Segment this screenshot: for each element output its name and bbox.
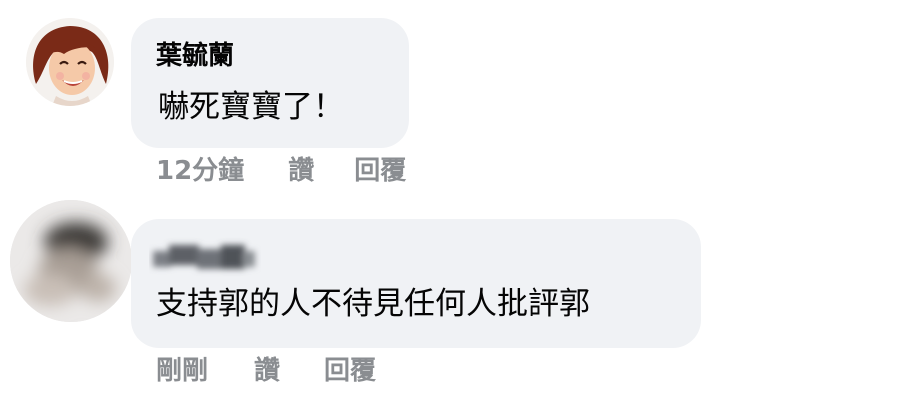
blurred-author-name	[153, 245, 255, 269]
cartoon-woman-avatar-icon	[26, 18, 114, 106]
comment-timestamp[interactable]: 剛剛	[156, 358, 208, 384]
comment-actions: 12分鐘 讚 回覆	[156, 158, 406, 184]
comment-actions: 剛剛 讚 回覆	[156, 358, 376, 384]
comment-timestamp[interactable]: 12分鐘	[156, 158, 244, 184]
reply-button[interactable]: 回覆	[354, 158, 406, 184]
comment-text: 支持郭的人不待見任何人批評郭	[156, 286, 590, 322]
like-button[interactable]: 讚	[254, 358, 280, 384]
comment-thread: 葉毓蘭 嚇死寶寶了！ 12分鐘 讚 回覆 支持郭的人不待見任何人批評郭 剛剛 讚…	[0, 0, 900, 408]
avatar-cartoon-woman-icon[interactable]	[26, 18, 114, 106]
reply-button[interactable]: 回覆	[324, 358, 376, 384]
comment-text: 嚇死寶寶了！	[158, 89, 344, 125]
comment-author-name[interactable]: 葉毓蘭	[156, 43, 234, 69]
like-button[interactable]: 讚	[288, 158, 314, 184]
comment-bubble: 葉毓蘭 嚇死寶寶了！	[131, 18, 409, 148]
blurred-avatar-icon	[10, 200, 132, 322]
comment-bubble: 支持郭的人不待見任何人批評郭	[131, 219, 701, 348]
avatar-blurred[interactable]	[10, 200, 132, 322]
